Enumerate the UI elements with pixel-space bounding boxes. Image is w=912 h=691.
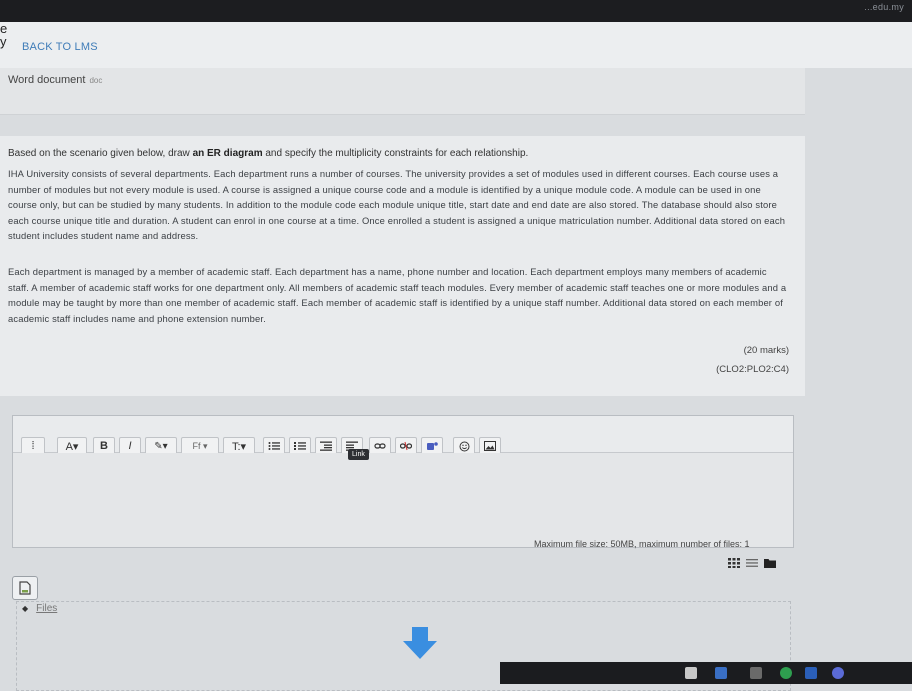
list-view-icon[interactable] — [746, 558, 758, 571]
taskbar-teams-icon[interactable] — [832, 667, 844, 679]
link-tooltip: Link — [348, 449, 369, 460]
taskbar-app-icon[interactable] — [715, 667, 727, 679]
scenario-paragraph-2: Each department is managed by a member o… — [8, 266, 787, 324]
answer-editor: ⁞ A▾ B I ✎▾ Ff ▾ T:▾ — [12, 415, 794, 548]
taskbar-settings-icon[interactable] — [750, 667, 762, 679]
left-edge-logo: ey — [0, 21, 8, 49]
editor-toolbar: ⁞ A▾ B I ✎▾ Ff ▾ T:▾ — [13, 416, 793, 455]
scenario-paragraph-1: IHA University consists of several depar… — [8, 168, 786, 242]
os-taskbar — [500, 662, 912, 684]
back-to-lms-link[interactable]: BACK TO LMS — [22, 41, 98, 53]
document-title-text: Word document — [8, 74, 86, 86]
intro-before: Based on the scenario given below, draw — [8, 148, 193, 159]
taskbar-word-icon[interactable] — [805, 667, 817, 679]
drop-arrow-icon — [403, 627, 437, 664]
browser-top-bar: ...edu.my — [0, 0, 912, 22]
view-mode-icons — [728, 557, 776, 571]
files-label: Files — [36, 603, 58, 614]
address-bar-fragment[interactable]: ...edu.my — [864, 2, 904, 12]
add-file-icon[interactable] — [12, 576, 38, 600]
lms-header: BACK TO LMS — [0, 22, 912, 68]
marks-label: (20 marks) — [743, 345, 789, 356]
clo-label: (CLO2:PLO2:C4) — [716, 364, 789, 375]
intro-bold: an ER diagram — [192, 148, 263, 159]
editor-content-area[interactable] — [13, 453, 793, 547]
folder-view-icon[interactable] — [764, 558, 776, 571]
grid-view-icon[interactable] — [728, 557, 740, 571]
files-folder-row[interactable]: ◆ Files — [22, 603, 57, 614]
folder-toggle-icon: ◆ — [22, 604, 29, 613]
document-title[interactable]: Word document doc — [8, 74, 102, 86]
document-header: Word document doc — [0, 68, 805, 115]
document-ext: doc — [89, 76, 103, 85]
intro-after: and specify the multiplicity constraints… — [262, 148, 529, 159]
file-limits-text: Maximum file size: 50MB, maximum number … — [534, 539, 750, 549]
taskbar-chrome-icon[interactable] — [685, 667, 697, 679]
question-intro: Based on the scenario given below, draw … — [8, 148, 528, 159]
taskbar-whatsapp-icon[interactable] — [780, 667, 792, 679]
question-text-panel: Based on the scenario given below, draw … — [0, 136, 805, 396]
